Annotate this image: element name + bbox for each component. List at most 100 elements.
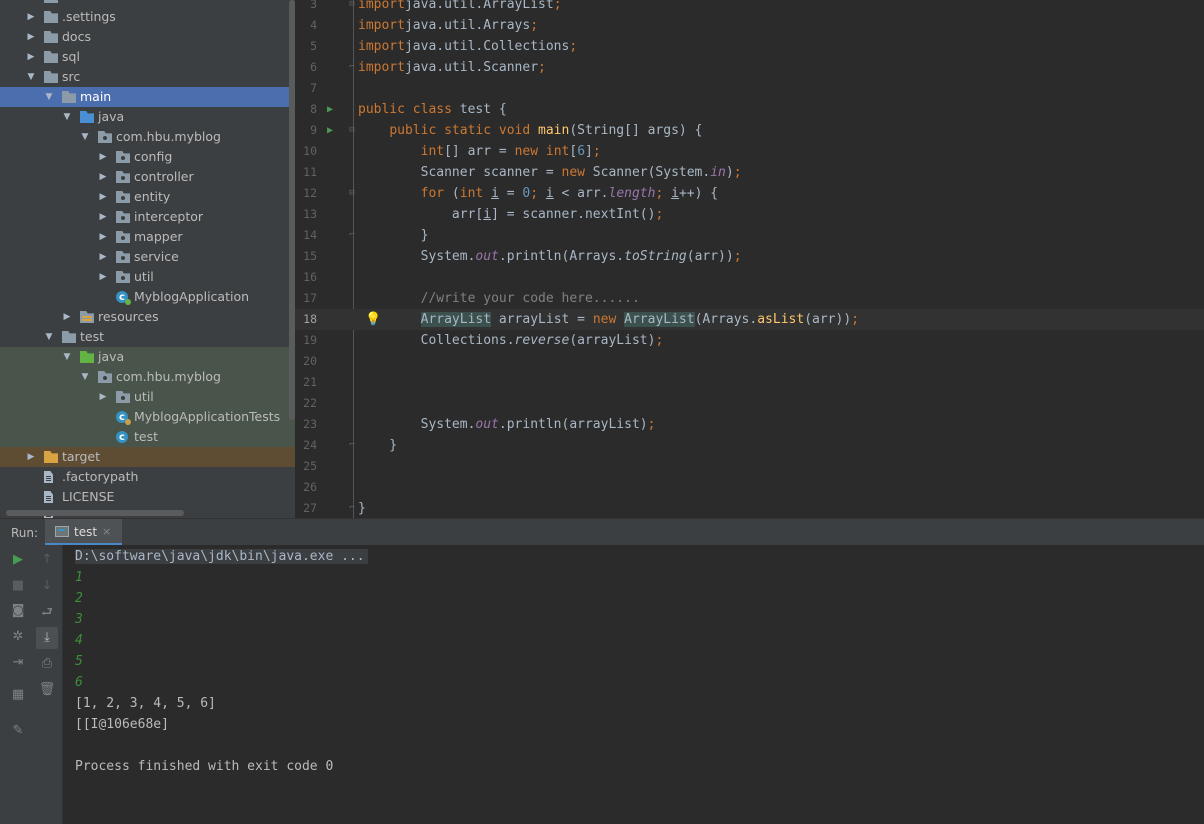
- expanded-arrow-icon[interactable]: ▼: [44, 87, 54, 107]
- code-line[interactable]: 24 ⌐ }: [295, 435, 1204, 456]
- fold-marker-icon[interactable]: ⊟: [347, 0, 357, 15]
- collapsed-arrow-icon[interactable]: ▶: [98, 147, 108, 167]
- project-tree-horizontal-scrollbar[interactable]: [6, 510, 184, 516]
- code-line[interactable]: 18 💡 ArrayList arrayList = new ArrayList(…: [295, 309, 1204, 330]
- tree-item[interactable]: ▼ com.hbu.myblog: [0, 127, 295, 147]
- tree-item[interactable]: .factorypath: [0, 467, 295, 487]
- scroll-to-end-icon[interactable]: ⤓: [36, 627, 58, 649]
- collapsed-arrow-icon[interactable]: ▶: [98, 167, 108, 187]
- tree-item[interactable]: ▶ target: [0, 447, 295, 467]
- fold-marker-icon[interactable]: ⌐: [347, 498, 357, 518]
- tree-item[interactable]: ▶ controller: [0, 167, 295, 187]
- code-line[interactable]: 14 ⌐ }: [295, 225, 1204, 246]
- fold-marker-icon[interactable]: ⊟: [347, 183, 357, 204]
- tree-item[interactable]: ▶ mapper: [0, 227, 295, 247]
- stop-icon[interactable]: ■: [7, 575, 29, 597]
- expanded-arrow-icon[interactable]: ▼: [62, 107, 72, 127]
- expanded-arrow-icon[interactable]: ▼: [44, 327, 54, 347]
- collapsed-arrow-icon[interactable]: ▶: [98, 387, 108, 407]
- up-arrow-icon[interactable]: ↑: [36, 549, 58, 571]
- collapsed-arrow-icon[interactable]: ▶: [98, 227, 108, 247]
- code-line[interactable]: 23 System.out.println(arrayList);: [295, 414, 1204, 435]
- tree-item[interactable]: ▶ sql: [0, 47, 295, 67]
- fold-marker-icon[interactable]: ⌐: [347, 435, 357, 456]
- collapsed-arrow-icon[interactable]: ▶: [98, 267, 108, 287]
- collapsed-arrow-icon[interactable]: ▶: [98, 247, 108, 267]
- expanded-arrow-icon[interactable]: ▼: [80, 127, 90, 147]
- code-line[interactable]: 27 ⌐}: [295, 498, 1204, 518]
- tree-item[interactable]: test: [0, 427, 295, 448]
- code-line[interactable]: 9 ▶ ⊟ public static void main(String[] arg…: [295, 120, 1204, 141]
- collapsed-arrow-icon[interactable]: ▶: [98, 187, 108, 207]
- code-line[interactable]: 12 ⊟ for (int i = 0; i < arr.length; i++)…: [295, 183, 1204, 204]
- fold-marker-icon[interactable]: ⌐: [347, 57, 357, 78]
- exit-icon[interactable]: ⇥: [7, 652, 29, 674]
- tree-item[interactable]: ▼ main: [0, 87, 295, 107]
- code-line[interactable]: 4 importjava.util.Arrays;: [295, 15, 1204, 36]
- collapsed-arrow-icon[interactable]: ▶: [26, 27, 36, 47]
- code-line[interactable]: 19 Collections.reverse(arrayList);: [295, 330, 1204, 351]
- code-line[interactable]: 11 Scanner scanner = new Scanner(System.…: [295, 162, 1204, 183]
- tree-item[interactable]: ▶: [0, 0, 295, 7]
- tree-item[interactable]: ▶ interceptor: [0, 207, 295, 227]
- code-line[interactable]: 3 ⊟ importjava.util.ArrayList;: [295, 0, 1204, 15]
- tree-item[interactable]: ▶ service: [0, 247, 295, 267]
- run-gutter-icon[interactable]: ▶: [323, 120, 337, 141]
- camera-icon[interactable]: ◙: [7, 600, 29, 622]
- tree-item[interactable]: MyblogApplication: [0, 287, 295, 308]
- expanded-arrow-icon[interactable]: ▼: [62, 347, 72, 367]
- code-line[interactable]: 5 importjava.util.Collections;: [295, 36, 1204, 57]
- code-line[interactable]: 16: [295, 267, 1204, 288]
- fold-marker-icon[interactable]: ⊟: [347, 120, 357, 141]
- rerun-icon[interactable]: ▶: [7, 549, 29, 571]
- code-line[interactable]: 20: [295, 351, 1204, 372]
- down-arrow-icon[interactable]: ↓: [36, 575, 58, 597]
- collapsed-arrow-icon[interactable]: ▶: [62, 307, 72, 327]
- collapsed-arrow-icon[interactable]: ▶: [98, 207, 108, 227]
- tree-item[interactable]: ▼ com.hbu.myblog: [0, 367, 295, 387]
- tree-item[interactable]: ▶ config: [0, 147, 295, 167]
- tree-item[interactable]: MyblogApplicationTests: [0, 407, 295, 428]
- code-area[interactable]: 3 ⊟ importjava.util.ArrayList; 4 importjava.…: [295, 0, 1204, 518]
- collapsed-arrow-icon[interactable]: ▶: [26, 7, 36, 27]
- code-line[interactable]: 7: [295, 78, 1204, 99]
- trash-icon[interactable]: 🗑: [36, 679, 58, 701]
- print-icon[interactable]: ⎙: [36, 653, 58, 675]
- run-gutter-icon[interactable]: ▶: [323, 99, 337, 120]
- tree-item[interactable]: ▼ java: [0, 107, 295, 127]
- tree-item[interactable]: ▶ .settings: [0, 7, 295, 27]
- code-line[interactable]: 13 arr[i] = scanner.nextInt();: [295, 204, 1204, 225]
- collapsed-arrow-icon[interactable]: ▶: [26, 47, 36, 67]
- tree-item[interactable]: LICENSE: [0, 487, 295, 507]
- fold-marker-icon[interactable]: ⌐: [347, 225, 357, 246]
- code-line[interactable]: 21: [295, 372, 1204, 393]
- layout-icon[interactable]: ▦: [7, 684, 29, 706]
- tree-item[interactable]: ▶ docs: [0, 27, 295, 47]
- collapsed-arrow-icon[interactable]: ▶: [26, 0, 36, 7]
- code-line[interactable]: 15 System.out.println(Arrays.toString(ar…: [295, 246, 1204, 267]
- expanded-arrow-icon[interactable]: ▼: [26, 67, 36, 87]
- run-console[interactable]: D:\software\java\jdk\bin\java.exe ... 1 2…: [63, 545, 1204, 824]
- code-line[interactable]: 6 ⌐ importjava.util.Scanner;: [295, 57, 1204, 78]
- soft-wrap-icon[interactable]: ⮐: [36, 602, 58, 624]
- tree-item[interactable]: ▼ test: [0, 327, 295, 347]
- tree-item[interactable]: ▼ java: [0, 347, 295, 367]
- expanded-arrow-icon[interactable]: ▼: [80, 367, 90, 387]
- tree-item[interactable]: ▶ util: [0, 387, 295, 407]
- code-line[interactable]: 26: [295, 477, 1204, 498]
- tree-item[interactable]: ▶ util: [0, 267, 295, 287]
- tree-item[interactable]: ▶ resources: [0, 307, 295, 327]
- run-tab-test[interactable]: test ×: [45, 519, 122, 546]
- code-editor[interactable]: 3 ⊟ importjava.util.ArrayList; 4 importjava.…: [295, 0, 1204, 518]
- code-line[interactable]: 25: [295, 456, 1204, 477]
- code-line[interactable]: 8 ▶ public class test {: [295, 99, 1204, 120]
- debug-settings-icon[interactable]: ✲: [7, 626, 29, 648]
- tree-item[interactable]: ▶ entity: [0, 187, 295, 207]
- code-line[interactable]: 22: [295, 393, 1204, 414]
- collapsed-arrow-icon[interactable]: ▶: [26, 447, 36, 467]
- close-tab-icon[interactable]: ×: [102, 525, 111, 538]
- code-line[interactable]: 17 //write your code here......: [295, 288, 1204, 309]
- tree-item[interactable]: ▼ src: [0, 67, 295, 87]
- pin-icon[interactable]: ✎: [7, 720, 29, 742]
- code-line[interactable]: 10 int[] arr = new int[6];: [295, 141, 1204, 162]
